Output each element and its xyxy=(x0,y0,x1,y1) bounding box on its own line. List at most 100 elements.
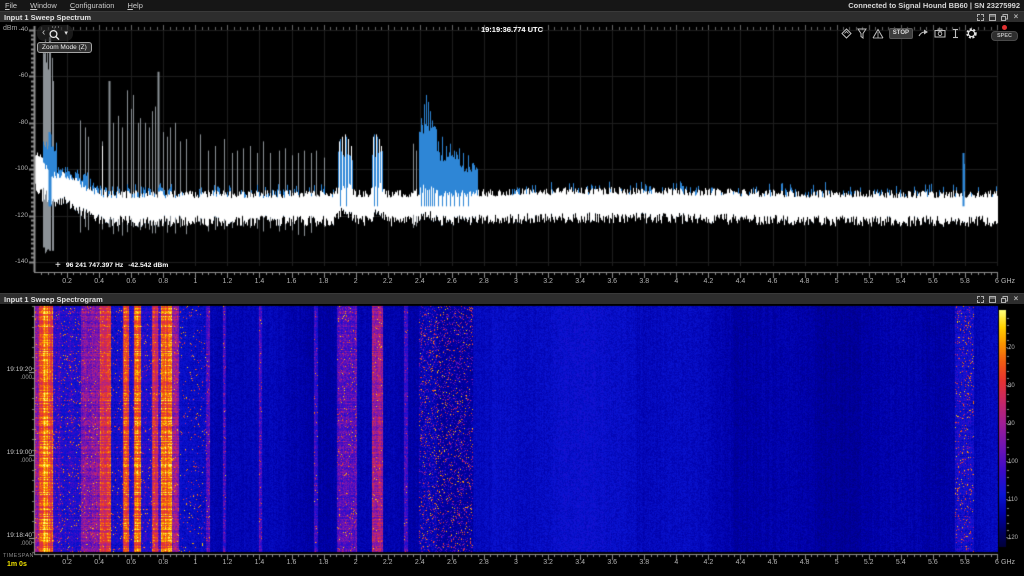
timespan-label: TIMESPAN xyxy=(3,553,34,559)
channel-power-icon[interactable] xyxy=(872,28,884,39)
time-tick-label: 19:18:40 xyxy=(0,532,32,539)
float-panel-icon[interactable] xyxy=(1000,295,1008,303)
freq-tick-label: 2.6 xyxy=(437,278,467,285)
spectrogram-window-controls: × xyxy=(976,295,1024,303)
colorbar-tick-label: -120 xyxy=(1006,535,1022,541)
settings-gear-icon[interactable] xyxy=(965,27,978,40)
freq-tick-label: 3.8 xyxy=(629,559,659,566)
zoom-mode-dropdown-icon[interactable]: ▾ xyxy=(64,30,68,37)
freq-tick-label: 1.4 xyxy=(244,559,274,566)
close-panel-icon[interactable]: × xyxy=(1012,13,1020,21)
magnifier-icon xyxy=(48,29,61,42)
colorbar-tick-label: -90 xyxy=(1006,421,1022,427)
record-indicator-icon xyxy=(1002,25,1007,30)
freq-tick-label: 5.4 xyxy=(886,559,916,566)
time-tick-label: 19:19:00 xyxy=(0,449,32,456)
amplitude-tick-label: -40 xyxy=(0,26,28,33)
freq-tick-label: 0.4 xyxy=(84,278,114,285)
spectrum-x-axis-unit-label: GHz xyxy=(1001,278,1015,285)
colorbar-tick-label: -100 xyxy=(1006,459,1022,465)
crosshair-icon: + xyxy=(55,261,61,270)
freq-tick-label: 3.2 xyxy=(533,278,563,285)
colorbar-tick-label: -80 xyxy=(1006,383,1022,389)
spike-app-window: File Window Configuration Help Connected to… xyxy=(0,0,1024,576)
freq-tick-label: 3.8 xyxy=(629,278,659,285)
spectrogram-plot-canvas[interactable] xyxy=(0,304,1024,576)
amplitude-tick-label: -140 xyxy=(0,258,28,265)
amplitude-tick-label: -80 xyxy=(0,119,28,126)
spectrogram-panel: 19:19:20 .000 19:19:00 .000 19:18:40 .000 -70… xyxy=(0,304,1024,576)
freq-tick-label: 4.2 xyxy=(693,278,723,285)
amplitude-tick-label: -120 xyxy=(0,212,28,219)
zoom-mode-button[interactable] xyxy=(48,26,61,41)
connection-status: Connected to Signal Hound BB60 | SN 2327… xyxy=(848,1,1024,10)
colorbar-tick-label: -110 xyxy=(1006,497,1022,503)
trace-export-icon[interactable] xyxy=(841,28,852,39)
freq-tick-label: 4.4 xyxy=(725,559,755,566)
freq-tick-label: 5 xyxy=(822,559,852,566)
spectrogram-x-axis-unit-label: GHz xyxy=(1001,559,1015,566)
zoom-mode-tooltip: Zoom Mode (Z) xyxy=(37,42,92,53)
freq-tick-label: 1 xyxy=(180,278,210,285)
time-tick-fraction: .000 xyxy=(0,541,32,547)
filter-icon[interactable] xyxy=(857,28,867,39)
plot-toolbar-icons: STOP xyxy=(841,26,978,40)
freq-tick-label: 3.6 xyxy=(597,278,627,285)
amplitude-tick-label: -100 xyxy=(0,165,28,172)
freq-tick-label: 0.6 xyxy=(116,278,146,285)
freq-tick-label: 4.2 xyxy=(693,559,723,566)
maximize-panel-icon[interactable] xyxy=(988,13,996,21)
freq-tick-label: 3.6 xyxy=(597,559,627,566)
restore-panel-icon[interactable] xyxy=(976,295,984,303)
spec-mode-control: SPEC xyxy=(991,25,1018,41)
spec-button[interactable]: SPEC xyxy=(991,31,1018,41)
freq-tick-label: 0.6 xyxy=(116,559,146,566)
freq-tick-label: 5.2 xyxy=(854,278,884,285)
freq-tick-label: 1.8 xyxy=(309,278,339,285)
drag-handle-dots-icon xyxy=(51,26,59,28)
freq-tick-label: 3 xyxy=(501,278,531,285)
freq-tick-label: 1.6 xyxy=(277,559,307,566)
freq-tick-label: 1 xyxy=(180,559,210,566)
menu-item-help[interactable]: Help xyxy=(127,1,142,10)
freq-tick-label: 2.4 xyxy=(405,278,435,285)
freq-tick-label: 4 xyxy=(661,278,691,285)
freq-tick-label: 0.8 xyxy=(148,559,178,566)
freq-tick-label: 1.4 xyxy=(244,278,274,285)
spectrum-titlebar[interactable]: Input 1 Sweep Spectrum × xyxy=(0,11,1024,22)
freq-tick-label: 2.8 xyxy=(469,559,499,566)
restore-panel-icon[interactable] xyxy=(976,13,984,21)
freq-tick-label: 5 xyxy=(822,278,852,285)
spectrogram-panel-title: Input 1 Sweep Spectrogram xyxy=(0,295,103,304)
utc-timestamp: 19:19:36.774 UTC xyxy=(481,25,543,34)
freq-tick-label: 1.8 xyxy=(309,559,339,566)
freq-tick-label: 5.2 xyxy=(854,559,884,566)
spectrogram-titlebar[interactable]: Input 1 Sweep Spectrogram × xyxy=(0,293,1024,304)
time-tick-fraction: .000 xyxy=(0,458,32,464)
time-tick-label: 19:19:20 xyxy=(0,366,32,373)
freq-tick-label: 3.4 xyxy=(565,278,595,285)
freq-tick-label: 5.8 xyxy=(950,278,980,285)
freq-tick-label: 1.2 xyxy=(212,559,242,566)
freq-tick-label: 2.2 xyxy=(373,559,403,566)
spectrum-plot-canvas[interactable] xyxy=(0,22,1024,293)
time-tick-fraction: .000 xyxy=(0,375,32,381)
close-panel-icon[interactable]: × xyxy=(1012,295,1020,303)
plot-overlay-toolbar[interactable]: ‹ ▾ xyxy=(37,25,73,41)
collapse-toolbar-icon[interactable]: ‹ xyxy=(42,28,45,38)
colorbar-tick-label: -70 xyxy=(1006,345,1022,351)
maximize-panel-icon[interactable] xyxy=(988,295,996,303)
menu-item-file[interactable]: File xyxy=(5,1,17,10)
freq-tick-label: 4.6 xyxy=(758,559,788,566)
spectrum-panel-title: Input 1 Sweep Spectrum xyxy=(0,13,91,22)
screenshot-camera-icon[interactable] xyxy=(934,28,946,38)
freq-tick-label: 2 xyxy=(341,278,371,285)
float-panel-icon[interactable] xyxy=(1000,13,1008,21)
marker-ibeam-icon[interactable] xyxy=(951,28,960,39)
menu-item-window[interactable]: Window xyxy=(30,1,57,10)
freq-tick-label: 0.4 xyxy=(84,559,114,566)
freq-tick-label: 0.2 xyxy=(52,278,82,285)
menu-item-configuration[interactable]: Configuration xyxy=(70,1,115,10)
stop-button[interactable]: STOP xyxy=(889,28,913,39)
recalibrate-arrow-icon[interactable] xyxy=(918,28,929,38)
